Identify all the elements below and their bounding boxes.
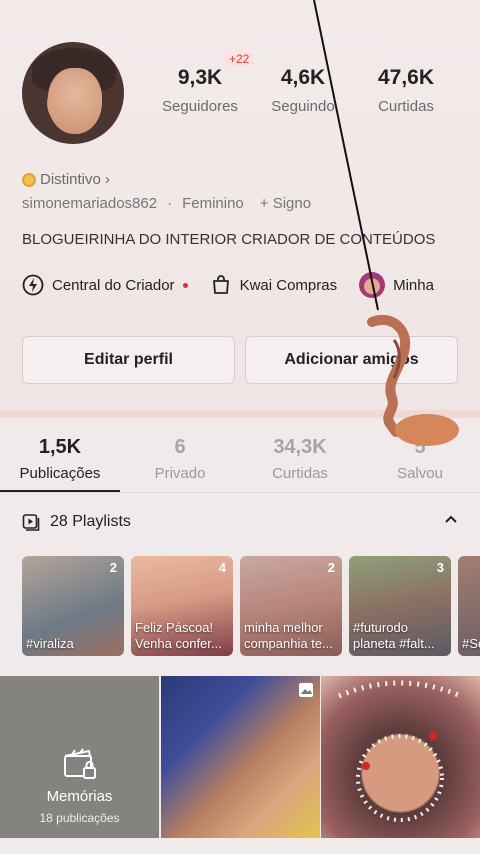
playlists-header[interactable]: 28 Playlists [22, 513, 131, 531]
playlist-title: minha melhor companhia te... [244, 620, 333, 651]
following-count: 4,6K [280, 66, 326, 89]
tab-saved-count: 5 [414, 436, 426, 458]
chevron-right-icon: › [104, 171, 110, 188]
tabs-divider [0, 492, 480, 493]
coin-icon [22, 172, 36, 187]
followers-label: Seguidores [162, 98, 238, 115]
badge-link[interactable]: Distintivo › [22, 171, 110, 188]
gender: Feminino [182, 195, 244, 212]
new-followers-badge: +22 [224, 51, 255, 67]
pearl-frame-decoration [338, 680, 462, 822]
memories-card[interactable]: Memórias 18 publicações [0, 676, 159, 838]
playlist-card[interactable]: 3 #futurodo planeta #falt... [349, 556, 451, 656]
tab-saved[interactable]: 5 Salvou [360, 436, 480, 482]
playlist-count: 4 [218, 560, 226, 575]
playlist-card[interactable]: #Se #G [458, 556, 480, 656]
following-label: Seguindo [271, 98, 335, 115]
tab-likes[interactable]: 34,3K Curtidas [240, 436, 360, 482]
add-sign-button[interactable]: + Signo [260, 195, 311, 212]
badge-label: Distintivo [40, 171, 101, 188]
add-friends-button[interactable]: Adicionar amigos [245, 336, 458, 384]
tab-publications-label: Publicações [19, 465, 101, 482]
memories-count: 18 publicações [39, 811, 120, 825]
playlist-count: 2 [109, 560, 117, 575]
notification-dot [182, 282, 188, 288]
kwai-shop-shortcut[interactable]: Kwai Compras [210, 272, 338, 298]
tab-likes-label: Curtidas [272, 465, 328, 482]
followers-stat[interactable]: 9,3K Seguidores [150, 66, 250, 115]
video-thumbnail[interactable] [321, 676, 480, 838]
tab-private-count: 6 [174, 436, 186, 458]
bottom-navbar [0, 840, 480, 854]
mini-avatar [359, 272, 386, 298]
tab-publications[interactable]: 1,5K Publicações [0, 436, 120, 482]
playlist-icon [22, 514, 40, 531]
playlist-count: 3 [436, 560, 444, 575]
image-icon [299, 683, 313, 697]
kwai-shop-label: Kwai Compras [239, 276, 338, 294]
profile-bio: BLOGUEIRINHA DO INTERIOR CRIADOR DE CONT… [22, 231, 436, 248]
my-shortcut-label: Minha [393, 276, 434, 294]
playlist-count: 2 [327, 560, 335, 575]
followers-count: 9,3K [177, 66, 223, 89]
likes-label: Curtidas [378, 98, 434, 115]
meta-separator: · [167, 195, 173, 212]
tab-publications-count: 1,5K [38, 436, 82, 458]
username: simonemariados862 [22, 195, 158, 212]
playlist-card[interactable]: 2 #viraliza [22, 556, 124, 656]
tab-private[interactable]: 6 Privado [120, 436, 240, 482]
playlists-title: 28 Playlists [50, 513, 131, 530]
clapperboard-icon [64, 748, 96, 779]
tab-saved-label: Salvou [397, 465, 443, 482]
playlist-card[interactable]: 4 Feliz Páscoa! Venha confer... [131, 556, 233, 656]
likes-stat[interactable]: 47,6K Curtidas [356, 66, 456, 115]
lightning-icon [22, 274, 44, 296]
playlist-title: #viraliza [26, 636, 74, 651]
tab-private-label: Privado [154, 465, 206, 482]
shopping-bag-icon [212, 275, 229, 294]
chevron-up-icon[interactable] [444, 512, 458, 526]
video-thumbnail[interactable] [161, 676, 320, 838]
edit-profile-button[interactable]: Editar perfil [22, 336, 235, 384]
creator-center-shortcut[interactable]: Central do Criador [22, 272, 188, 298]
section-divider [0, 410, 480, 418]
playlist-title: #Se #G [462, 636, 480, 651]
playlist-title: #futurodo planeta #falt... [353, 620, 435, 651]
profile-avatar[interactable] [22, 42, 124, 144]
memories-title: Memórias [46, 788, 113, 805]
profile-meta: simonemariados862 · Feminino + Signo [22, 195, 311, 212]
my-shortcut[interactable]: Minha [359, 272, 434, 298]
tab-likes-count: 34,3K [273, 436, 327, 458]
creator-center-label: Central do Criador [52, 276, 175, 294]
shortcut-row: Central do Criador Kwai Compras Minha [22, 272, 434, 298]
playlist-title: Feliz Páscoa! Venha confer... [135, 620, 222, 651]
likes-count: 47,6K [377, 66, 435, 89]
playlist-card[interactable]: 2 minha melhor companhia te... [240, 556, 342, 656]
following-stat[interactable]: 4,6K Seguindo [253, 66, 353, 115]
